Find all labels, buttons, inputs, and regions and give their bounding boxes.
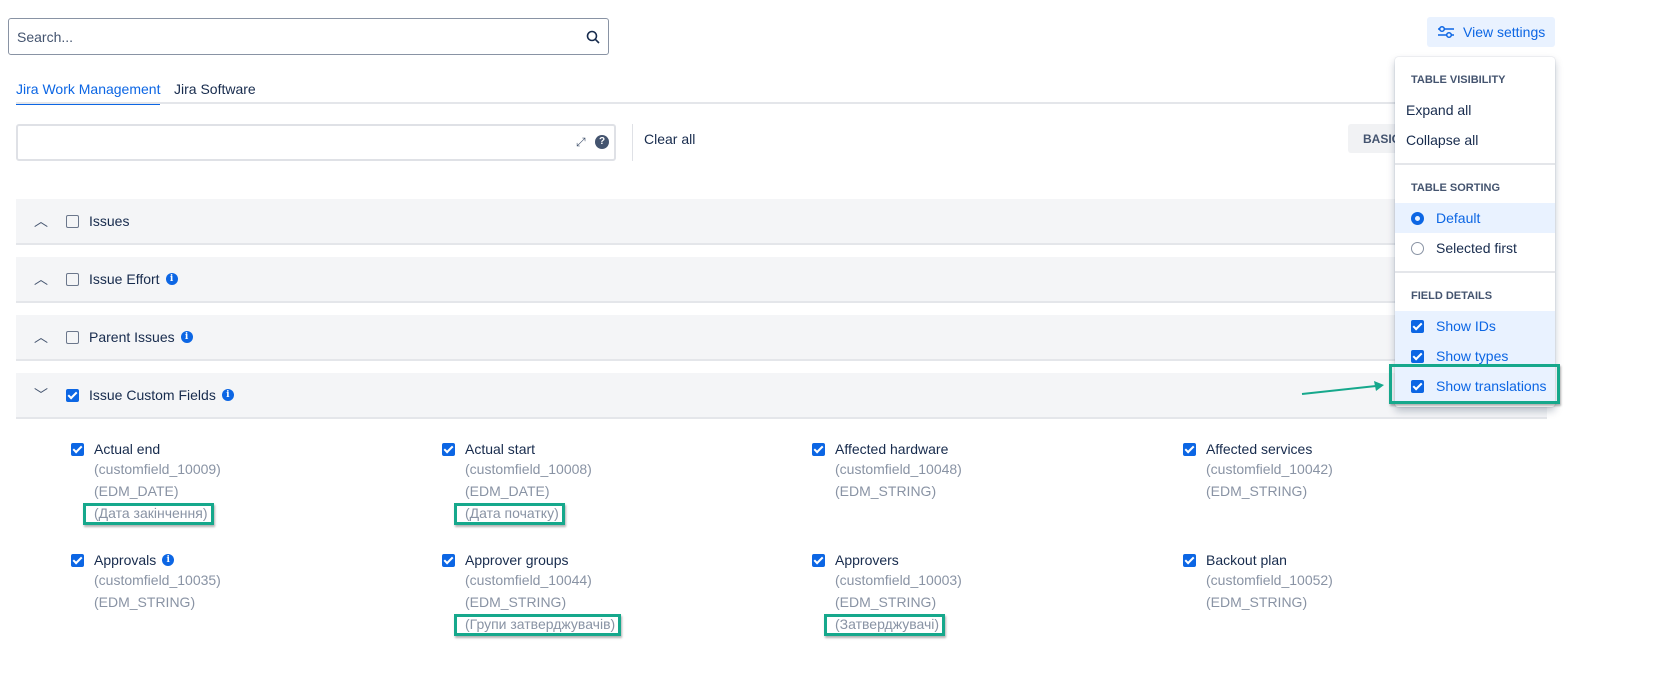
option-label: Default xyxy=(1436,210,1481,226)
field-id: (customfield_10048) xyxy=(835,461,962,477)
view-settings-label: View settings xyxy=(1463,24,1546,40)
checkbox[interactable] xyxy=(812,553,825,567)
field-type: (EDM_STRING) xyxy=(1206,483,1308,499)
option-label: Show types xyxy=(1436,348,1509,364)
search-field[interactable] xyxy=(8,18,609,55)
tab-divider xyxy=(16,102,1396,104)
field-type: (EDM_STRING) xyxy=(835,483,937,499)
field-name: Approvals xyxy=(94,552,157,568)
field-type: (EDM_DATE) xyxy=(94,483,179,499)
view-settings-button[interactable]: View settings xyxy=(1427,17,1555,47)
highlight-box xyxy=(1389,364,1560,404)
field-type: (EDM_DATE) xyxy=(465,483,550,499)
field-item: Approver groups (customfield_10044) (EDM… xyxy=(442,551,802,635)
info-icon[interactable]: i xyxy=(162,554,175,566)
field-name: Approver groups xyxy=(465,552,569,568)
checkbox[interactable] xyxy=(812,442,825,456)
field-item: Affected hardware (customfield_10048) (E… xyxy=(812,440,1172,502)
field-translation: (Затверджувачі) xyxy=(835,616,940,632)
table-sorting-header: TABLE SORTING xyxy=(1411,182,1501,194)
info-icon[interactable]: i xyxy=(221,389,234,401)
checkbox[interactable] xyxy=(1183,553,1196,567)
section-issues[interactable]: ︿ Issues xyxy=(16,199,1547,245)
field-translation: (Дата початку) xyxy=(465,505,559,521)
divider xyxy=(632,124,633,161)
section-label: Issue Custom Fields xyxy=(89,387,216,403)
search-icon[interactable] xyxy=(586,30,600,44)
checkbox[interactable] xyxy=(66,272,79,286)
field-id: (customfield_10042) xyxy=(1206,461,1333,477)
field-id: (customfield_10035) xyxy=(94,572,221,588)
chevron-up-icon[interactable]: ︿ xyxy=(16,211,66,231)
expand-icon[interactable]: ⤢ xyxy=(576,135,586,150)
field-type: (EDM_STRING) xyxy=(835,594,937,610)
section-label: Issue Effort xyxy=(89,271,160,287)
field-id: (customfield_10009) xyxy=(94,461,221,477)
view-settings-menu: TABLE VISIBILITY Expand all Collapse all… xyxy=(1395,57,1555,407)
sliders-icon xyxy=(1438,25,1454,39)
menu-divider xyxy=(1395,271,1555,273)
checkbox[interactable] xyxy=(66,214,79,228)
field-name: Affected services xyxy=(1206,441,1313,457)
checkbox[interactable] xyxy=(66,388,79,402)
info-icon[interactable]: i xyxy=(165,273,178,285)
field-translation: (Дата закінчення) xyxy=(94,505,208,521)
show-ids-option[interactable]: Show IDs xyxy=(1395,311,1555,341)
checkbox[interactable] xyxy=(1411,349,1424,363)
sort-default-option[interactable]: Default xyxy=(1395,203,1555,233)
tab-jira-software[interactable]: Jira Software xyxy=(174,81,256,103)
field-id: (customfield_10044) xyxy=(465,572,592,588)
collapse-all-item[interactable]: Collapse all xyxy=(1395,125,1555,155)
field-id: (customfield_10008) xyxy=(465,461,592,477)
field-id: (customfield_10052) xyxy=(1206,572,1333,588)
checkbox[interactable] xyxy=(442,442,455,456)
field-translation: (Групи затверджувачів) xyxy=(465,616,616,632)
field-name: Affected hardware xyxy=(835,441,949,457)
checkbox[interactable] xyxy=(71,442,84,456)
radio-selected[interactable] xyxy=(1411,211,1424,225)
field-item: Backout plan (customfield_10052) (EDM_ST… xyxy=(1183,551,1543,613)
field-name: Actual end xyxy=(94,441,161,457)
field-item: Actual end (customfield_10009) (EDM_DATE… xyxy=(71,440,431,524)
table-visibility-header: TABLE VISIBILITY xyxy=(1411,74,1506,86)
checkbox[interactable] xyxy=(66,330,79,344)
section-label: Issues xyxy=(89,213,130,229)
field-id: (customfield_10003) xyxy=(835,572,962,588)
option-label: Selected first xyxy=(1436,240,1517,256)
help-icon[interactable]: ? xyxy=(595,135,609,149)
field-name: Backout plan xyxy=(1206,552,1287,568)
checkbox[interactable] xyxy=(1183,442,1196,456)
option-label: Show IDs xyxy=(1436,318,1496,334)
menu-divider xyxy=(1395,163,1555,165)
field-type: (EDM_STRING) xyxy=(1206,594,1308,610)
field-name: Approvers xyxy=(835,552,899,568)
field-item: Approvers (customfield_10003) (EDM_STRIN… xyxy=(812,551,1172,635)
chevron-up-icon[interactable]: ︿ xyxy=(16,269,66,289)
radio[interactable] xyxy=(1411,241,1424,255)
chevron-up-icon[interactable]: ︿ xyxy=(16,327,66,347)
chevron-down-icon[interactable]: ﹀ xyxy=(16,385,66,405)
query-input[interactable]: ⤢ ? xyxy=(16,124,616,161)
search-input[interactable] xyxy=(17,28,586,45)
expand-all-item[interactable]: Expand all xyxy=(1395,95,1555,125)
annotation-arrow-icon xyxy=(1301,381,1384,395)
sort-selected-first-option[interactable]: Selected first xyxy=(1395,233,1555,263)
field-name: Actual start xyxy=(465,441,536,457)
field-item: Affected services (customfield_10042) (E… xyxy=(1183,440,1543,502)
section-issue-effort[interactable]: ︿ Issue Effort i xyxy=(16,257,1547,303)
section-parent-issues[interactable]: ︿ Parent Issues i xyxy=(16,315,1547,361)
checkbox[interactable] xyxy=(442,553,455,567)
field-item: Approvals i (customfield_10035) (EDM_STRI… xyxy=(71,551,431,613)
field-type: (EDM_STRING) xyxy=(465,594,567,610)
checkbox[interactable] xyxy=(71,553,84,567)
clear-all-button[interactable]: Clear all xyxy=(644,131,695,147)
checkbox[interactable] xyxy=(1411,319,1424,333)
field-item: Actual start (customfield_10008) (EDM_DA… xyxy=(442,440,802,524)
field-details-header: FIELD DETAILS xyxy=(1411,290,1493,302)
info-icon[interactable]: i xyxy=(180,331,193,343)
section-label: Parent Issues xyxy=(89,329,175,345)
basic-button[interactable]: BASIC xyxy=(1348,124,1398,153)
field-type: (EDM_STRING) xyxy=(94,594,196,610)
